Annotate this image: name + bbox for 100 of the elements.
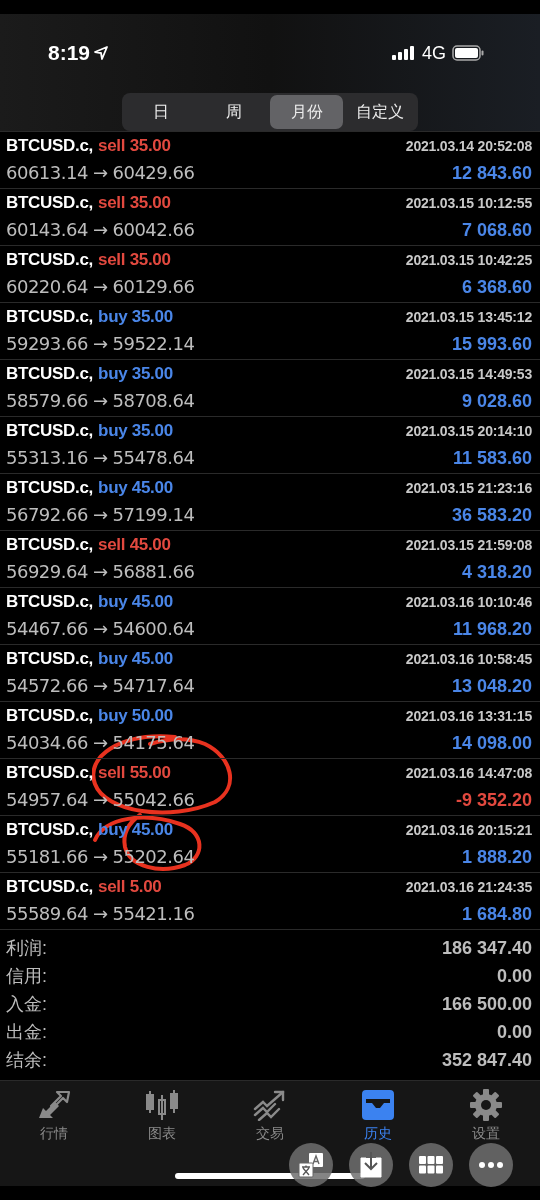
profit-value: 6 368.60: [461, 277, 532, 298]
period-tab[interactable]: 自定义: [343, 95, 416, 129]
arrow-sign: →: [92, 276, 108, 297]
symbol-name: BTCUSD.c,: [6, 649, 94, 669]
inbox-icon: [361, 1089, 395, 1121]
grid-button[interactable]: [409, 1143, 453, 1187]
close-price: 58708.64: [112, 390, 195, 411]
symbol-name: BTCUSD.c,: [6, 421, 94, 441]
symbol-name: BTCUSD.c,: [6, 706, 94, 726]
arrow-sign: →: [92, 333, 108, 354]
symbol-name: BTCUSD.c,: [6, 250, 94, 270]
open-price: 54572.66: [6, 675, 88, 696]
nav-tab[interactable]: 行情: [0, 1089, 108, 1143]
period-tab[interactable]: 月份: [270, 95, 343, 129]
nav-tab[interactable]: 交易: [216, 1089, 324, 1143]
symbol-name: BTCUSD.c,: [6, 820, 94, 840]
open-price: 59293.66: [6, 333, 88, 354]
period-tab[interactable]: 日: [124, 95, 197, 129]
profit-value: -9 352.20: [455, 790, 532, 811]
close-price: 54600.64: [112, 618, 195, 639]
arrow-sign: →: [92, 618, 108, 639]
trade-time: 2021.03.15 10:12:55: [405, 195, 532, 211]
translate-icon: [298, 1152, 324, 1178]
summary-value: 186 347.40: [441, 937, 532, 959]
order-type: buy 35.00: [98, 307, 173, 327]
profit-value: 1 888.20: [461, 847, 532, 868]
translate-button[interactable]: [289, 1143, 333, 1187]
arrow-sign: →: [92, 732, 108, 753]
open-price: 55181.66: [6, 846, 88, 867]
arrow-sign: →: [92, 219, 108, 240]
close-price: 59522.14: [112, 333, 195, 354]
summary-label: 入金:: [6, 993, 47, 1016]
trade-time: 2021.03.14 20:52:08: [405, 138, 532, 154]
profit-value: 15 993.60: [451, 334, 532, 355]
close-price: 60129.66: [112, 276, 195, 297]
symbol-name: BTCUSD.c,: [6, 535, 94, 555]
open-price: 55589.64: [6, 903, 88, 924]
settings-icon: [469, 1088, 503, 1122]
symbol-name: BTCUSD.c,: [6, 763, 94, 783]
more-icon: [479, 1162, 503, 1168]
close-price: 56881.66: [112, 561, 195, 582]
order-type: sell 45.00: [98, 535, 171, 555]
order-type: sell 35.00: [98, 136, 171, 156]
profit-value: 11 583.60: [452, 448, 532, 469]
nav-tab[interactable]: 图表: [108, 1089, 216, 1143]
symbol-name: BTCUSD.c,: [6, 193, 94, 213]
trade-time: 2021.03.15 13:45:12: [405, 309, 532, 325]
arrow-sign: →: [92, 789, 108, 810]
profit-value: 1 684.80: [461, 904, 532, 925]
close-price: 55042.66: [112, 789, 195, 810]
order-type: sell 35.00: [98, 250, 171, 270]
arrow-sign: →: [92, 846, 108, 867]
symbol-name: BTCUSD.c,: [6, 307, 94, 327]
close-price: 55478.64: [112, 447, 195, 468]
symbol-name: BTCUSD.c,: [6, 877, 94, 897]
open-price: 54467.66: [6, 618, 88, 639]
arrow-sign: →: [92, 561, 108, 582]
close-price: 57199.14: [112, 504, 195, 525]
summary-value: 0.00: [496, 1021, 532, 1043]
order-type: sell 5.00: [98, 877, 162, 897]
trade-time: 2021.03.16 21:24:35: [405, 879, 532, 895]
open-price: 54034.66: [6, 732, 88, 753]
profit-value: 12 843.60: [451, 163, 532, 184]
download-button[interactable]: [349, 1143, 393, 1187]
arrow-sign: →: [92, 447, 108, 468]
nav-tab[interactable]: 历史: [324, 1089, 432, 1143]
profit-value: 4 318.20: [461, 562, 532, 583]
summary-value: 166 500.00: [441, 993, 532, 1015]
network-type: 4G: [422, 42, 446, 64]
symbol-name: BTCUSD.c,: [6, 592, 94, 612]
open-price: 60143.64: [6, 219, 88, 240]
trade-time: 2021.03.16 10:10:46: [405, 594, 532, 610]
clock-time: 8:19: [48, 41, 91, 65]
period-tab[interactable]: 周: [197, 95, 270, 129]
download-icon: [360, 1152, 382, 1178]
more-button[interactable]: [469, 1143, 513, 1187]
open-price: 55313.16: [6, 447, 88, 468]
arrow-sign: →: [92, 504, 108, 525]
close-price: 55421.16: [112, 903, 195, 924]
symbol-name: BTCUSD.c,: [6, 364, 94, 384]
open-price: 58579.66: [6, 390, 88, 411]
signal-icon: [392, 46, 416, 60]
summary-label: 结余:: [6, 1049, 47, 1072]
summary-value: 352 847.40: [441, 1049, 532, 1071]
order-type: buy 45.00: [98, 478, 173, 498]
open-price: 56929.64: [6, 561, 88, 582]
candlestick-icon: [145, 1089, 179, 1121]
open-price: 60220.64: [6, 276, 88, 297]
summary-label: 信用:: [6, 965, 47, 988]
nav-tab[interactable]: 设置: [432, 1089, 540, 1143]
grid-icon: [419, 1156, 443, 1174]
trade-time: 2021.03.16 20:15:21: [405, 822, 532, 838]
summary-value: 0.00: [496, 965, 532, 987]
profit-value: 7 068.60: [461, 220, 532, 241]
trade-time: 2021.03.15 20:14:10: [405, 423, 532, 439]
trade-time: 2021.03.15 21:23:16: [405, 480, 532, 496]
battery-icon: [452, 45, 484, 61]
order-type: buy 50.00: [98, 706, 173, 726]
open-price: 60613.14: [6, 162, 88, 183]
trend-lines-icon: [253, 1089, 287, 1121]
